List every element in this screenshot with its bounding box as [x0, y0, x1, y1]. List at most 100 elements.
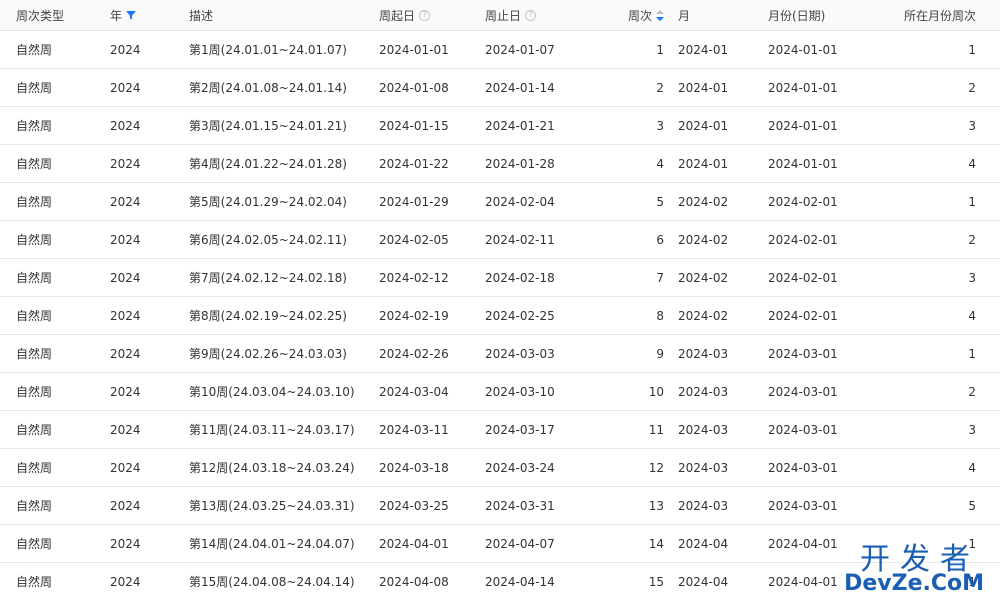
table-row[interactable]: 自然周 2024 第3周(24.01.15~24.01.21) 2024-01-15 2… — [0, 107, 1000, 145]
cell-year: 2024 — [110, 422, 141, 437]
cell-start-date: 2024-03-25 — [379, 498, 449, 513]
cell-week-type: 自然周 — [16, 537, 53, 551]
cell-description: 第9周(24.02.26~24.03.03) — [189, 347, 347, 361]
table-row[interactable]: 自然周 2024 第12周(24.03.18~24.03.24) 2024-03-18… — [0, 449, 1000, 487]
header-description[interactable]: 描述 — [189, 0, 213, 30]
help-icon[interactable]: ? — [525, 9, 537, 21]
cell-week-no: 8 — [656, 308, 664, 323]
table-row[interactable]: 自然周 2024 第11周(24.03.11~24.03.17) 2024-03-11… — [0, 411, 1000, 449]
cell-year: 2024 — [110, 194, 141, 209]
table-row[interactable]: 自然周 2024 第2周(24.01.08~24.01.14) 2024-01-08 2… — [0, 69, 1000, 107]
cell-start-date: 2024-01-15 — [379, 118, 449, 133]
table-body: 自然周 2024 第1周(24.01.01~24.01.07) 2024-01-01 2… — [0, 31, 1000, 600]
cell-start-date: 2024-01-08 — [379, 80, 449, 95]
table-row[interactable]: 自然周 2024 第1周(24.01.01~24.01.07) 2024-01-01 2… — [0, 31, 1000, 69]
cell-description: 第1周(24.01.01~24.01.07) — [189, 43, 347, 57]
header-week-in-month-label: 所在月份周次 — [903, 8, 976, 23]
cell-start-date: 2024-02-05 — [379, 232, 449, 247]
table-row[interactable]: 自然周 2024 第5周(24.01.29~24.02.04) 2024-01-29 2… — [0, 183, 1000, 221]
header-week-type[interactable]: 周次类型 — [16, 0, 64, 30]
cell-month-date: 2024-03-01 — [768, 498, 838, 513]
table-row[interactable]: 自然周 2024 第7周(24.02.12~24.02.18) 2024-02-12 2… — [0, 259, 1000, 297]
cell-week-no: 10 — [648, 384, 664, 399]
cell-month: 2024-03 — [678, 498, 729, 513]
cell-week-type: 自然周 — [16, 119, 53, 133]
header-start-date[interactable]: 周起日 ? — [379, 0, 431, 30]
cell-week-in-month: 3 — [968, 270, 976, 285]
cell-start-date: 2024-01-29 — [379, 194, 449, 209]
cell-week-type: 自然周 — [16, 157, 53, 171]
cell-year: 2024 — [110, 346, 141, 361]
cell-end-date: 2024-03-10 — [485, 384, 555, 399]
cell-week-in-month: 2 — [968, 232, 976, 247]
watermark-subtitle: DevZe.CoM — [844, 571, 984, 596]
cell-end-date: 2024-01-14 — [485, 80, 555, 95]
header-end-date[interactable]: 周止日 ? — [485, 0, 537, 30]
header-year[interactable]: 年 — [110, 0, 137, 30]
cell-month-date: 2024-01-01 — [768, 80, 838, 95]
header-description-label: 描述 — [189, 8, 214, 23]
cell-end-date: 2024-01-07 — [485, 42, 555, 57]
cell-month: 2024-01 — [678, 80, 729, 95]
cell-week-type: 自然周 — [16, 233, 53, 247]
cell-month: 2024-02 — [678, 194, 729, 209]
cell-week-type: 自然周 — [16, 423, 53, 437]
sort-icon[interactable] — [656, 9, 664, 21]
cell-month-date: 2024-03-01 — [768, 346, 838, 361]
cell-start-date: 2024-04-08 — [379, 574, 449, 589]
cell-year: 2024 — [110, 460, 141, 475]
cell-start-date: 2024-02-12 — [379, 270, 449, 285]
cell-month-date: 2024-04-01 — [768, 574, 838, 589]
header-month[interactable]: 月 — [678, 0, 690, 30]
cell-week-no: 2 — [656, 80, 664, 95]
cell-month: 2024-01 — [678, 156, 729, 171]
header-end-date-label: 周止日 — [485, 8, 522, 23]
header-month-label: 月 — [678, 8, 691, 23]
help-icon[interactable]: ? — [419, 9, 431, 21]
cell-week-type: 自然周 — [16, 81, 53, 95]
cell-month: 2024-02 — [678, 308, 729, 323]
cell-start-date: 2024-03-18 — [379, 460, 449, 475]
cell-month-date: 2024-02-01 — [768, 308, 838, 323]
header-month-date[interactable]: 月份(日期) — [768, 0, 825, 30]
cell-end-date: 2024-04-14 — [485, 574, 555, 589]
cell-year: 2024 — [110, 80, 141, 95]
cell-description: 第2周(24.01.08~24.01.14) — [189, 81, 347, 95]
cell-week-in-month: 2 — [968, 80, 976, 95]
cell-week-in-month: 4 — [968, 460, 976, 475]
cell-month-date: 2024-03-01 — [768, 422, 838, 437]
header-week-in-month[interactable]: 所在月份周次 — [904, 0, 976, 30]
table-row[interactable]: 自然周 2024 第8周(24.02.19~24.02.25) 2024-02-19 2… — [0, 297, 1000, 335]
cell-week-no: 3 — [656, 118, 664, 133]
cell-week-no: 12 — [648, 460, 664, 475]
table-row[interactable]: 自然周 2024 第10周(24.03.04~24.03.10) 2024-03-04… — [0, 373, 1000, 411]
cell-week-in-month: 1 — [968, 194, 976, 209]
table-row[interactable]: 自然周 2024 第4周(24.01.22~24.01.28) 2024-01-22 2… — [0, 145, 1000, 183]
cell-description: 第13周(24.03.25~24.03.31) — [189, 499, 355, 513]
table-row[interactable]: 自然周 2024 第9周(24.02.26~24.03.03) 2024-02-26 2… — [0, 335, 1000, 373]
cell-week-type: 自然周 — [16, 309, 53, 323]
cell-end-date: 2024-01-28 — [485, 156, 555, 171]
cell-month-date: 2024-03-01 — [768, 384, 838, 399]
filter-icon[interactable] — [126, 10, 137, 20]
cell-week-type: 自然周 — [16, 461, 53, 475]
cell-description: 第14周(24.04.01~24.04.07) — [189, 537, 355, 551]
cell-month-date: 2024-01-01 — [768, 42, 838, 57]
table-header: 周次类型 年 描述 周起日 ? 周止日 ? 周次 月 月份(日期) 所在月份周次 — [0, 0, 1000, 31]
table-row[interactable]: 自然周 2024 第13周(24.03.25~24.03.31) 2024-03-25… — [0, 487, 1000, 525]
cell-description: 第15周(24.04.08~24.04.14) — [189, 575, 355, 589]
cell-end-date: 2024-01-21 — [485, 118, 555, 133]
cell-month: 2024-04 — [678, 574, 729, 589]
header-month-date-label: 月份(日期) — [768, 8, 826, 23]
cell-end-date: 2024-02-04 — [485, 194, 555, 209]
cell-start-date: 2024-02-26 — [379, 346, 449, 361]
cell-month-date: 2024-01-01 — [768, 118, 838, 133]
cell-year: 2024 — [110, 156, 141, 171]
cell-week-no: 15 — [648, 574, 664, 589]
cell-month: 2024-01 — [678, 42, 729, 57]
table-row[interactable]: 自然周 2024 第6周(24.02.05~24.02.11) 2024-02-05 2… — [0, 221, 1000, 259]
data-table: 周次类型 年 描述 周起日 ? 周止日 ? 周次 月 月份(日期) 所在月份周次… — [0, 0, 1000, 600]
cell-week-in-month: 4 — [968, 308, 976, 323]
cell-month: 2024-04 — [678, 536, 729, 551]
header-week-no[interactable]: 周次 — [628, 0, 664, 30]
